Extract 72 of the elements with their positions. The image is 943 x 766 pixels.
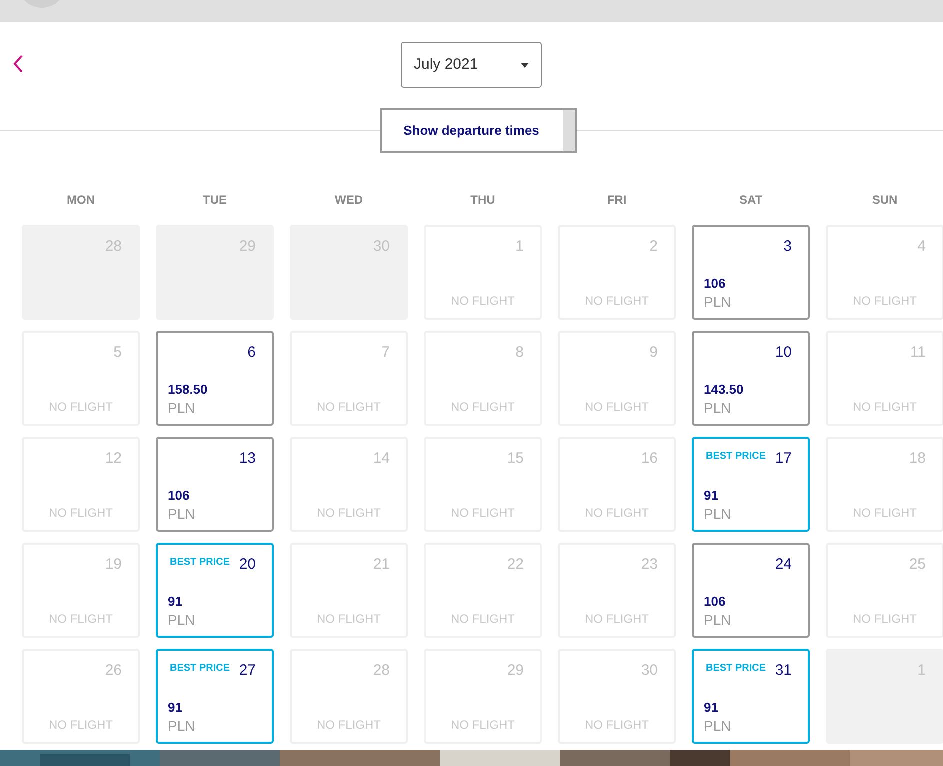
day-number: 8 bbox=[516, 343, 524, 363]
calendar-day-button[interactable]: 13 106 PLN bbox=[156, 437, 274, 532]
day-number: 1 bbox=[516, 237, 524, 257]
weekday-label: SAT bbox=[739, 193, 763, 207]
currency-label: PLN bbox=[168, 505, 196, 523]
calendar-day-button[interactable]: 10 143.50 PLN bbox=[692, 331, 810, 426]
day-number: 5 bbox=[114, 343, 122, 363]
day-number: 30 bbox=[641, 661, 658, 681]
currency-label: PLN bbox=[704, 611, 732, 629]
price-amount: 91 bbox=[168, 594, 182, 610]
weekday-label: TUE bbox=[203, 193, 227, 207]
weekday-label: THU bbox=[470, 193, 496, 207]
weekday-label: SUN bbox=[872, 193, 898, 207]
currency-label: PLN bbox=[168, 717, 196, 735]
day-number: 20 bbox=[239, 555, 256, 575]
price-amount: 106 bbox=[168, 488, 190, 504]
day-number: 13 bbox=[239, 449, 256, 469]
day-number: 2 bbox=[650, 237, 658, 257]
day-number: 16 bbox=[641, 449, 658, 469]
calendar-day-button[interactable]: 3 106 PLN bbox=[692, 225, 810, 320]
calendar-day-button[interactable]: 6 158.50 PLN bbox=[156, 331, 274, 426]
best-price-label: BEST PRICE bbox=[170, 556, 230, 570]
weekday-label: FRI bbox=[607, 193, 627, 207]
calendar-day-button[interactable]: BEST PRICE 20 91 PLN bbox=[156, 543, 274, 638]
price-amount: 91 bbox=[704, 700, 718, 716]
calendar-day-button[interactable]: BEST PRICE 27 91 PLN bbox=[156, 649, 274, 744]
day-number: 24 bbox=[775, 555, 792, 575]
best-price-label: BEST PRICE bbox=[170, 662, 230, 676]
best-price-label: BEST PRICE bbox=[706, 450, 766, 464]
day-number: 9 bbox=[650, 343, 658, 363]
day-number: 6 bbox=[248, 343, 256, 363]
day-number: 17 bbox=[775, 449, 792, 469]
month-dropdown[interactable]: July 2021 bbox=[401, 42, 542, 88]
calendar-day-button[interactable]: 24 106 PLN bbox=[692, 543, 810, 638]
currency-label: PLN bbox=[704, 505, 732, 523]
day-number: 23 bbox=[641, 555, 658, 575]
best-price-label: BEST PRICE bbox=[706, 662, 766, 676]
day-number: 21 bbox=[373, 555, 390, 575]
show-departure-times-button[interactable]: Show departure times bbox=[380, 108, 577, 153]
price-amount: 91 bbox=[704, 488, 718, 504]
day-number: 12 bbox=[105, 449, 122, 469]
day-number: 4 bbox=[918, 237, 926, 257]
day-number: 10 bbox=[775, 343, 792, 363]
currency-label: PLN bbox=[704, 717, 732, 735]
price-amount: 158.50 bbox=[168, 382, 208, 398]
day-number: 18 bbox=[909, 449, 926, 469]
day-number: 14 bbox=[373, 449, 390, 469]
day-number: 15 bbox=[507, 449, 524, 469]
day-number: 26 bbox=[105, 661, 122, 681]
day-number: 29 bbox=[507, 661, 524, 681]
price-amount: 106 bbox=[704, 276, 726, 292]
price-amount: 143.50 bbox=[704, 382, 744, 398]
day-number: 31 bbox=[775, 661, 792, 681]
calendar-day-button[interactable]: BEST PRICE 31 91 PLN bbox=[692, 649, 810, 744]
day-number: 19 bbox=[105, 555, 122, 575]
currency-label: PLN bbox=[704, 293, 732, 311]
day-number: 28 bbox=[373, 661, 390, 681]
currency-label: PLN bbox=[168, 611, 196, 629]
caret-icon bbox=[521, 62, 529, 68]
weekday-label: WED bbox=[335, 193, 363, 207]
price-amount: 91 bbox=[168, 700, 182, 716]
price-amount: 106 bbox=[704, 594, 726, 610]
day-number: 22 bbox=[507, 555, 524, 575]
day-number: 25 bbox=[909, 555, 926, 575]
currency-label: PLN bbox=[168, 399, 196, 417]
day-number: 27 bbox=[239, 661, 256, 681]
weekday-label: MON bbox=[67, 193, 95, 207]
currency-label: PLN bbox=[704, 399, 732, 417]
calendar-day-button[interactable]: BEST PRICE 17 91 PLN bbox=[692, 437, 810, 532]
day-number: 7 bbox=[382, 343, 390, 363]
day-number: 11 bbox=[910, 343, 926, 363]
day-number: 3 bbox=[784, 237, 792, 257]
